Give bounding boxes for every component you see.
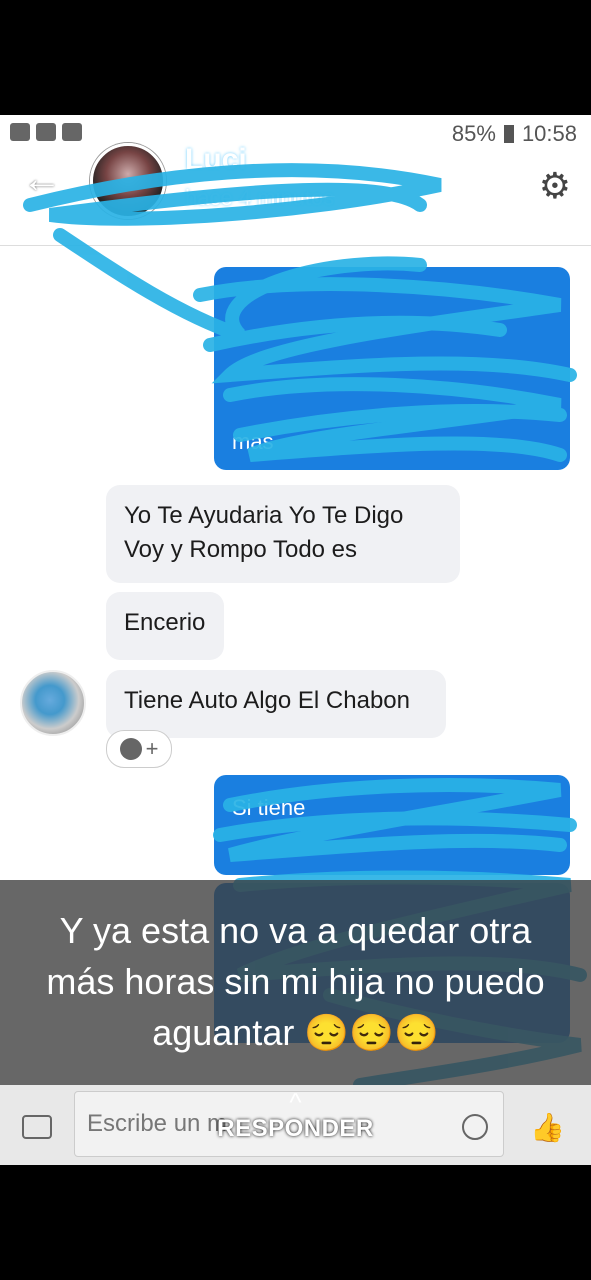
messenger-screen: 85% 10:58 ← Luci hace 4 minutos ⚙ mas Yo… [0,115,591,1165]
clock: 10:58 [521,121,577,146]
add-reaction-button[interactable]: + [106,730,172,768]
received-message-1[interactable]: Yo Te Ayudaria Yo Te Digo Voy y Rompo To… [106,485,460,583]
contact-name[interactable]: Luci [185,143,247,177]
received-message-2-text: Encerio [124,609,206,636]
reaction-plus: + [145,736,159,761]
sent-message-1-text: mas [232,429,274,454]
battery-percent: 85% [451,121,496,146]
story-caption: Y ya esta no va a quedar otra más horas … [0,905,591,1058]
sender-avatar[interactable] [20,670,86,736]
received-message-2[interactable]: Encerio [106,592,224,660]
received-message-3[interactable]: Tiene Auto Algo El Chabon [106,670,446,738]
chevron-up-icon[interactable]: ^ [0,1087,591,1118]
sent-message-2-text: Si tiene [232,795,306,820]
reaction-face-icon [119,738,142,760]
received-message-3-text: Tiene Auto Algo El Chabon [124,687,410,714]
sent-message-1[interactable]: mas [214,267,570,470]
chat-header: ← Luci hace 4 minutos ⚙ [0,143,591,246]
contact-avatar[interactable] [90,143,166,219]
notification-icons [10,123,82,141]
received-message-1-text: Yo Te Ayudaria Yo Te Digo Voy y Rompo To… [124,502,404,563]
caption-line-2: más horas sin mi hija no puedo [46,961,545,1002]
status-right: 85% 10:58 [452,121,577,147]
battery-icon [503,125,514,143]
caption-line-3: aguantar 😔😔😔 [152,1012,439,1053]
gear-icon[interactable]: ⚙ [539,165,571,207]
reply-button[interactable]: RESPONDER [0,1115,591,1143]
back-arrow-icon[interactable]: ← [22,157,62,202]
caption-line-1: Y ya esta no va a quedar otra [59,910,532,951]
sent-message-2[interactable]: Si tiene [214,775,570,875]
last-active: hace 4 minutos [185,185,335,210]
